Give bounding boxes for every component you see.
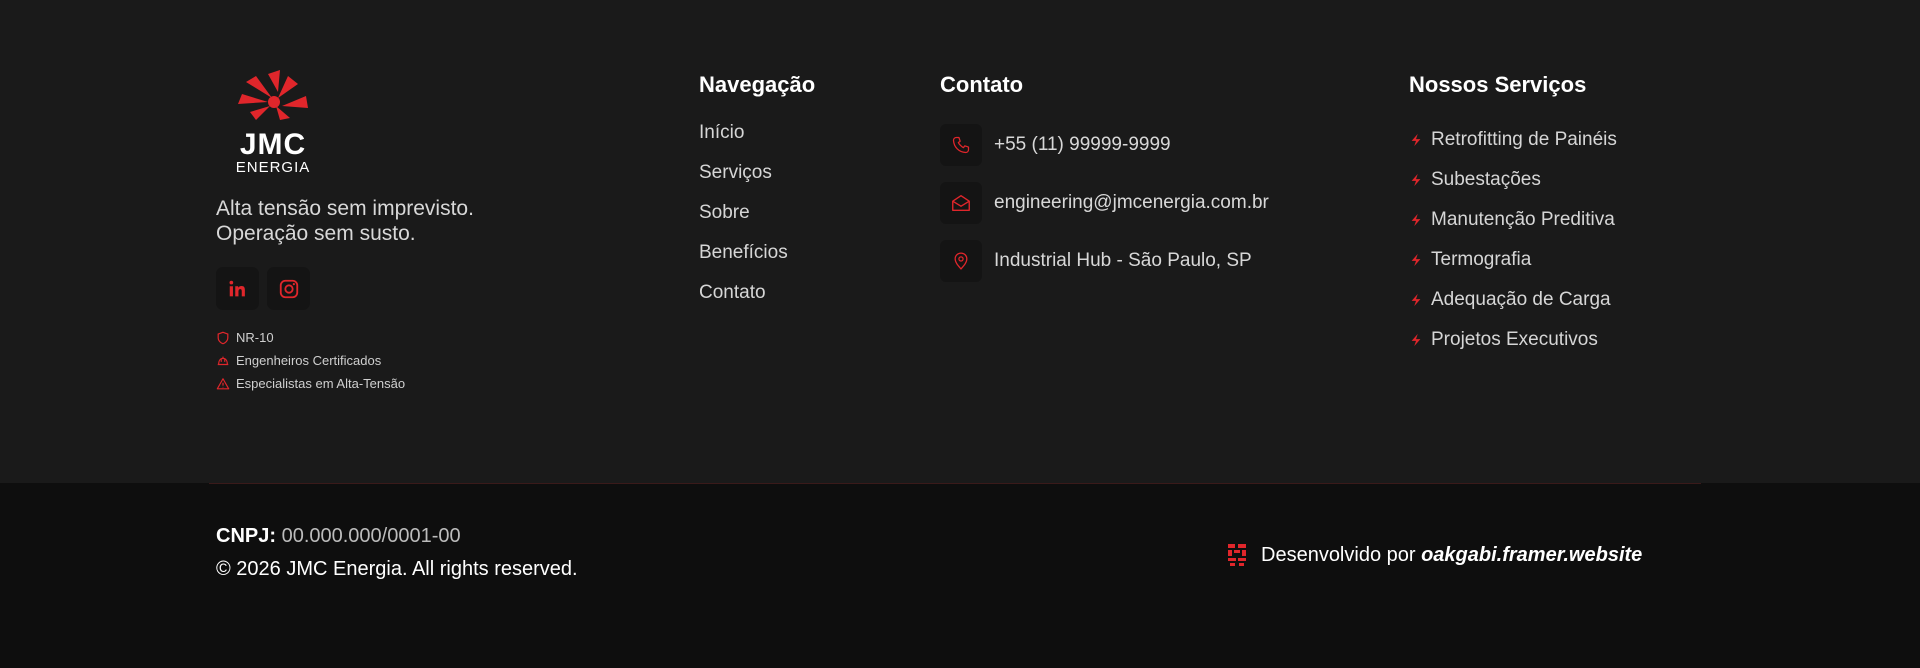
nav-link-contato[interactable]: Contato — [699, 280, 815, 320]
instagram-button[interactable] — [267, 267, 310, 310]
credit-prefix: Desenvolvido por — [1261, 543, 1416, 566]
cnpj-label: CNPJ: — [216, 525, 277, 547]
phone-icon-box — [940, 124, 982, 166]
email-text: engineering@jmcenergia.com.br — [994, 192, 1269, 213]
lightning-icon — [1411, 333, 1421, 347]
certifications: NR-10 Engenheiros Certificados Especiali… — [216, 326, 656, 395]
tagline-line-2: Operação sem susto. — [216, 222, 416, 245]
logo-text: JMC — [240, 128, 306, 161]
brand-column: JMC ENERGIA Alta tensão sem imprevisto. … — [216, 68, 656, 395]
location-pin-icon — [954, 252, 968, 270]
mail-icon-box — [940, 182, 982, 224]
contact-email[interactable]: engineering@jmcenergia.com.br — [940, 174, 1269, 232]
address-text: Industrial Hub - São Paulo, SP — [994, 250, 1252, 271]
navigation-column: Navegação Início Serviços Sobre Benefíci… — [699, 72, 815, 320]
service-label: Termografia — [1431, 249, 1532, 270]
cert-label: NR-10 — [236, 330, 274, 345]
linkedin-button[interactable] — [216, 267, 259, 310]
logo-subtext: ENERGIA — [236, 159, 311, 176]
lightning-icon — [1411, 213, 1421, 227]
shield-icon — [217, 331, 229, 344]
legal-info: CNPJ: 00.000.000/0001-00 © 2026 JMC Ener… — [216, 520, 578, 586]
nav-link-sobre[interactable]: Sobre — [699, 200, 815, 240]
cnpj-value: 00.000.000/0001-00 — [281, 525, 461, 547]
service-link[interactable]: Projetos Executivos — [1409, 320, 1617, 360]
phone-text: +55 (11) 99999-9999 — [994, 134, 1171, 155]
service-label: Subestações — [1431, 169, 1541, 190]
cert-engineers: Engenheiros Certificados — [216, 349, 656, 372]
warning-icon — [216, 377, 230, 389]
cert-label: Engenheiros Certificados — [236, 353, 382, 368]
service-link[interactable]: Adequação de Carga — [1409, 280, 1617, 320]
credit-text: Desenvolvido por oakgabi.framer.website — [1261, 544, 1642, 567]
cert-label: Especialistas em Alta-Tensão — [236, 376, 406, 391]
service-link[interactable]: Retrofitting de Painéis — [1409, 120, 1617, 160]
footer-divider — [209, 483, 1701, 484]
phone-icon — [952, 136, 970, 154]
lightning-icon — [1411, 293, 1421, 307]
credit-site: oakgabi.framer.website — [1421, 543, 1643, 566]
contact-address[interactable]: Industrial Hub - São Paulo, SP — [940, 232, 1269, 290]
instagram-icon — [279, 279, 298, 298]
copyright-text: © 2026 JMC Energia. All rights reserved. — [216, 558, 578, 580]
jmc-energia-logo[interactable]: JMC ENERGIA — [216, 68, 331, 176]
contact-title: Contato — [940, 72, 1024, 97]
contact-column: Contato +55 (11) 99999-9999 engineering@… — [940, 72, 1269, 290]
location-icon-box — [940, 240, 982, 282]
lightning-icon — [1411, 173, 1421, 187]
nav-link-inicio[interactable]: Início — [699, 120, 815, 160]
tagline: Alta tensão sem imprevisto. Operação sem… — [216, 196, 656, 246]
services-title: Nossos Serviços — [1409, 72, 1587, 97]
nav-link-servicos[interactable]: Serviços — [699, 160, 815, 200]
contact-phone[interactable]: +55 (11) 99999-9999 — [940, 116, 1269, 174]
services-column: Nossos Serviços Retrofitting de Painéis … — [1409, 72, 1617, 360]
developer-credit-link[interactable]: Desenvolvido por oakgabi.framer.website — [1227, 543, 1642, 567]
helmet-icon — [217, 356, 229, 365]
linkedin-icon — [229, 280, 245, 296]
service-link[interactable]: Manutenção Preditiva — [1409, 200, 1617, 240]
navigation-title: Navegação — [699, 72, 816, 97]
service-label: Adequação de Carga — [1431, 289, 1611, 310]
nav-link-beneficios[interactable]: Benefícios — [699, 240, 815, 280]
mail-icon — [952, 194, 970, 212]
service-label: Retrofitting de Painéis — [1431, 129, 1617, 150]
tagline-line-1: Alta tensão sem imprevisto. — [216, 197, 474, 220]
lightning-icon — [1411, 253, 1421, 267]
cnpj-line: CNPJ: 00.000.000/0001-00 — [216, 520, 578, 552]
service-label: Projetos Executivos — [1431, 329, 1598, 350]
service-label: Manutenção Preditiva — [1431, 209, 1615, 230]
cert-nr10: NR-10 — [216, 326, 656, 349]
social-links — [216, 267, 656, 310]
cert-specialists: Especialistas em Alta-Tensão — [216, 372, 656, 395]
service-link[interactable]: Subestações — [1409, 160, 1617, 200]
developer-logo-icon — [1228, 544, 1246, 566]
lightning-icon — [1411, 133, 1421, 147]
service-link[interactable]: Termografia — [1409, 240, 1617, 280]
